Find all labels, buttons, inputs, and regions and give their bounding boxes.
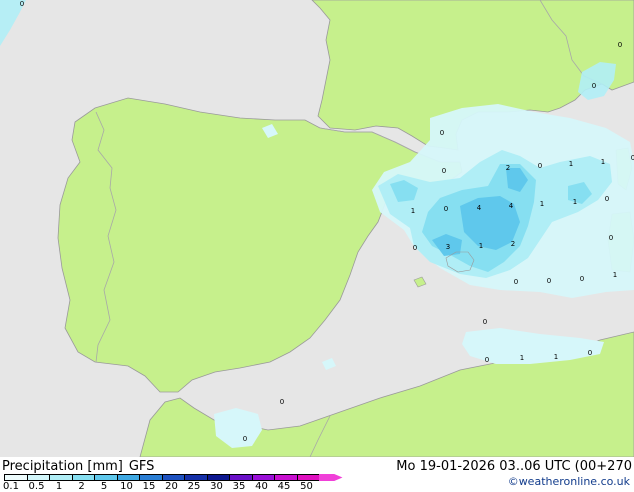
color-scale-swatch (296, 474, 320, 481)
color-scale-tick-label: 30 (210, 481, 223, 492)
point-value: 4 (477, 204, 482, 212)
color-scale-tick-label: 20 (165, 481, 178, 492)
color-scale-tick-label: 50 (300, 481, 313, 492)
point-value: 0 (547, 277, 551, 285)
point-value: 0 (243, 435, 247, 443)
credit-link[interactable]: ©weatheronline.co.uk (508, 475, 630, 488)
point-value: 0 (618, 41, 622, 49)
color-scale-swatch (161, 474, 185, 481)
legend-title-row: Precipitation [mm] GFS (2, 459, 154, 474)
color-scale-tick-label: 15 (142, 481, 156, 492)
color-scale-swatch (26, 474, 50, 481)
color-scale-swatch (274, 474, 298, 481)
color-scale-swatch (4, 474, 28, 481)
color-scale-swatch (49, 474, 73, 481)
point-value: 0 (442, 167, 446, 175)
point-value: 0 (485, 356, 489, 364)
point-value: 1 (520, 354, 524, 362)
point-value: 0 (20, 0, 24, 8)
color-scale-tick-label: 35 (232, 481, 246, 492)
point-value: 0 (538, 162, 542, 170)
point-value: 1 (479, 242, 483, 250)
color-scale-tick-label: 10 (120, 481, 133, 492)
color-scale-ticks: 0.1 0.5 1 2 5 10 15 20 25 30 35 40 45 50 (0, 482, 340, 492)
color-scale-swatch (229, 474, 253, 481)
point-value: 4 (509, 202, 514, 210)
color-scale-tick-label: 40 (255, 481, 268, 492)
point-value: 1 (613, 271, 617, 279)
point-value: 1 (569, 160, 573, 168)
precipitation-map: 0 0 0 0 0 2 0 1 1 1 0 4 4 1 1 0 0 3 1 2 … (0, 0, 634, 457)
color-scale-tick-label: 1 (55, 481, 63, 492)
legend-title: Precipitation [mm] (2, 459, 123, 474)
color-scale-tick-label: 45 (277, 481, 291, 492)
point-value: 0 (592, 82, 596, 90)
color-scale-tick-label: 0.5 (28, 481, 45, 492)
point-value: 1 (573, 198, 577, 206)
point-value: 0 (444, 205, 448, 213)
color-scale-tick-label: 0.1 (3, 481, 19, 492)
point-value: 1 (540, 200, 544, 208)
color-scale-swatch (139, 474, 163, 481)
point-value: 2 (506, 164, 510, 172)
color-scale-swatch (71, 474, 95, 481)
point-value: 0 (609, 234, 613, 242)
point-value: 3 (446, 243, 450, 251)
point-value: 0 (588, 349, 592, 357)
model-name: GFS (128, 459, 155, 474)
point-value: 1 (601, 158, 605, 166)
point-value: 0 (605, 195, 609, 203)
color-scale-tick-label: 5 (100, 481, 108, 492)
point-value: 2 (511, 240, 515, 248)
point-value: 0 (483, 318, 487, 326)
point-value: 1 (411, 207, 415, 215)
color-scale-swatch (94, 474, 118, 481)
point-value: 0 (514, 278, 518, 286)
color-scale-swatch (184, 474, 208, 481)
color-scale-swatch (251, 474, 275, 481)
color-scale-tick-label: 2 (78, 481, 85, 492)
color-scale-tick-label: 25 (187, 481, 201, 492)
point-value: 0 (413, 244, 417, 252)
point-value: 1 (554, 353, 558, 361)
point-value: 0 (280, 398, 284, 406)
point-value: 0 (580, 275, 584, 283)
color-scale-swatch (116, 474, 140, 481)
forecast-datetime: Mo 19-01-2026 03..06 UTC (00+270 (396, 459, 632, 474)
color-scale-swatch (206, 474, 230, 481)
point-value: 0 (440, 129, 444, 137)
